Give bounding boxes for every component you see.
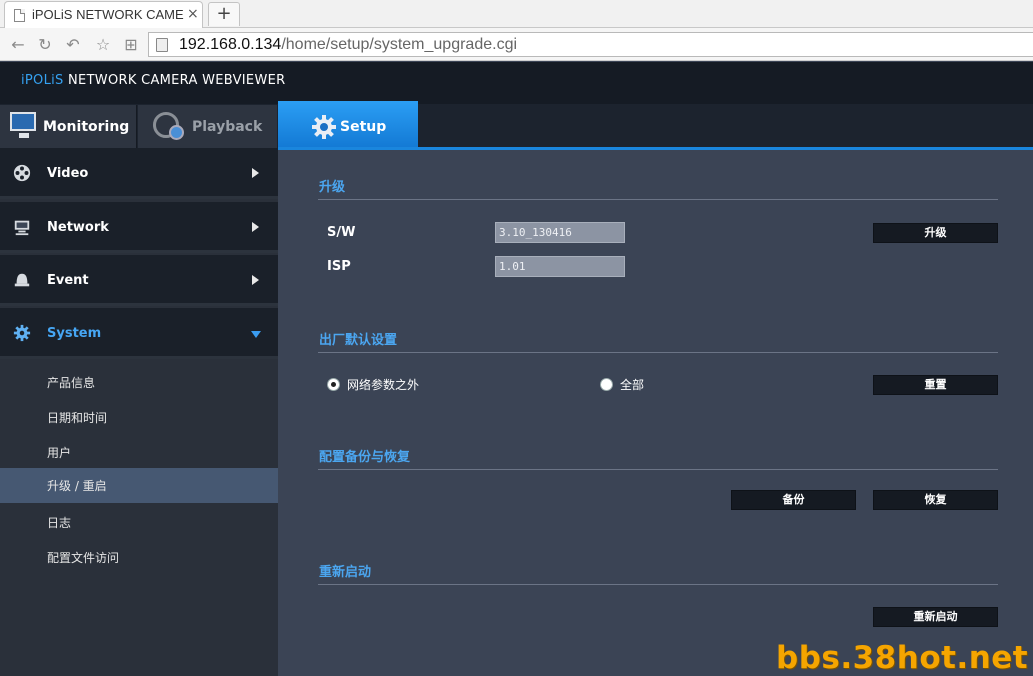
sidebar-item-network-label: Network bbox=[47, 220, 109, 235]
isp-label: ISP bbox=[327, 259, 351, 274]
reload-icon[interactable]: ↻ bbox=[35, 35, 55, 55]
tab-setup-label: Setup bbox=[340, 119, 387, 135]
browser-tab[interactable]: iPOLiS NETWORK CAMERA × bbox=[4, 1, 203, 28]
restart-button[interactable]: 重新启动 bbox=[873, 607, 998, 627]
close-tab-icon[interactable]: × bbox=[187, 6, 199, 22]
page-info-icon[interactable] bbox=[156, 38, 168, 52]
page-icon bbox=[14, 9, 25, 22]
monitor-icon bbox=[10, 112, 36, 138]
submenu-item-profile-access[interactable]: 配置文件访问 bbox=[0, 540, 278, 575]
sidebar-item-system-label: System bbox=[47, 326, 102, 341]
apps-grid-icon[interactable]: ⊞ bbox=[121, 35, 141, 55]
gear-icon bbox=[312, 115, 336, 139]
main-tab-bar: Monitoring Playback Setup bbox=[0, 101, 1033, 148]
sidebar-item-event-label: Event bbox=[47, 273, 89, 288]
bookmark-star-icon[interactable]: ☆ bbox=[93, 35, 113, 55]
undo-close-icon[interactable]: ↶ bbox=[63, 35, 83, 55]
section-divider bbox=[318, 352, 998, 353]
browser-toolbar: ← ↻ ↶ ☆ ⊞ 192.168.0.134/home/setup/syste… bbox=[0, 28, 1033, 61]
app-header: iPOLiS NETWORK CAMERA WEBVIEWER bbox=[0, 62, 1033, 104]
section-title-factory-default: 出厂默认设置 bbox=[319, 333, 398, 348]
chevron-right-icon bbox=[252, 168, 259, 178]
chevron-right-icon bbox=[252, 275, 259, 285]
submenu-item-label: 日期和时间 bbox=[47, 411, 108, 425]
submenu-item-product-info[interactable]: 产品信息 bbox=[0, 365, 278, 400]
url-path: /home/setup/system_upgrade.cgi bbox=[281, 36, 518, 53]
brand-rest: NETWORK CAMERA WEBVIEWER bbox=[63, 73, 286, 88]
sidebar-item-network[interactable]: Network bbox=[0, 202, 278, 253]
tab-monitoring-label: Monitoring bbox=[43, 119, 130, 135]
section-divider bbox=[318, 199, 998, 200]
restore-button[interactable]: 恢复 bbox=[873, 490, 998, 510]
radio-except-network[interactable] bbox=[327, 378, 340, 391]
radio-all-label: 全部 bbox=[620, 378, 645, 392]
isp-version-field: 1.01 bbox=[495, 256, 625, 277]
system-gear-icon bbox=[13, 324, 31, 342]
setup-content: 升级 S/W 3.10_130416 ISP 1.01 升级 出厂默认设置 网络… bbox=[278, 150, 1033, 676]
sidebar-item-video-label: Video bbox=[47, 166, 89, 181]
alarm-bell-icon bbox=[14, 273, 30, 287]
submenu-item-log[interactable]: 日志 bbox=[0, 505, 278, 540]
new-tab-button[interactable]: + bbox=[208, 2, 240, 26]
upgrade-button[interactable]: 升级 bbox=[873, 223, 998, 243]
reset-button[interactable]: 重置 bbox=[873, 375, 998, 395]
section-title-upgrade: 升级 bbox=[319, 180, 346, 195]
app-brand: iPOLiS NETWORK CAMERA WEBVIEWER bbox=[21, 73, 285, 88]
network-pc-icon bbox=[14, 220, 30, 236]
sidebar-item-event[interactable]: Event bbox=[0, 255, 278, 306]
section-divider bbox=[318, 469, 998, 470]
tab-setup[interactable]: Setup bbox=[278, 101, 418, 148]
submenu-item-label: 产品信息 bbox=[47, 376, 96, 390]
sw-version-field: 3.10_130416 bbox=[495, 222, 625, 243]
submenu-item-label: 用户 bbox=[47, 446, 72, 460]
backup-button[interactable]: 备份 bbox=[731, 490, 856, 510]
section-divider bbox=[318, 584, 998, 585]
sidebar-item-system[interactable]: System bbox=[0, 308, 278, 359]
film-reel-icon bbox=[13, 164, 31, 182]
back-icon[interactable]: ← bbox=[8, 35, 28, 55]
section-title-backup-restore: 配置备份与恢复 bbox=[319, 450, 411, 465]
playback-search-icon bbox=[153, 112, 184, 140]
tab-playback-label: Playback bbox=[192, 119, 263, 135]
url-host: 192.168.0.134 bbox=[179, 36, 282, 53]
radio-except-network-label: 网络参数之外 bbox=[347, 378, 420, 392]
browser-tab-strip: iPOLiS NETWORK CAMERA × + bbox=[0, 0, 1033, 28]
section-title-restart: 重新启动 bbox=[319, 565, 372, 580]
sidebar: Video Network Event System 产品信息 日期和时间 用户… bbox=[0, 148, 278, 676]
submenu-item-date-time[interactable]: 日期和时间 bbox=[0, 400, 278, 435]
address-bar[interactable]: 192.168.0.134/home/setup/system_upgrade.… bbox=[148, 32, 1033, 57]
submenu-item-label: 日志 bbox=[47, 516, 72, 530]
sidebar-item-video[interactable]: Video bbox=[0, 148, 278, 199]
submenu-item-upgrade-restart[interactable]: 升级 / 重启 bbox=[0, 468, 278, 503]
browser-tab-title: iPOLiS NETWORK CAMERA bbox=[32, 7, 184, 22]
radio-all[interactable] bbox=[600, 378, 613, 391]
address-text: 192.168.0.134/home/setup/system_upgrade.… bbox=[179, 36, 517, 54]
submenu-item-user[interactable]: 用户 bbox=[0, 435, 278, 470]
chevron-down-icon bbox=[251, 331, 261, 338]
submenu-item-label: 配置文件访问 bbox=[47, 551, 120, 565]
site-watermark: bbs.38hot.net bbox=[776, 640, 1029, 676]
sw-label: S/W bbox=[327, 225, 356, 240]
brand-prefix: iPOLiS bbox=[21, 73, 64, 88]
submenu-item-label: 升级 / 重启 bbox=[47, 479, 107, 493]
chevron-right-icon bbox=[252, 222, 259, 232]
